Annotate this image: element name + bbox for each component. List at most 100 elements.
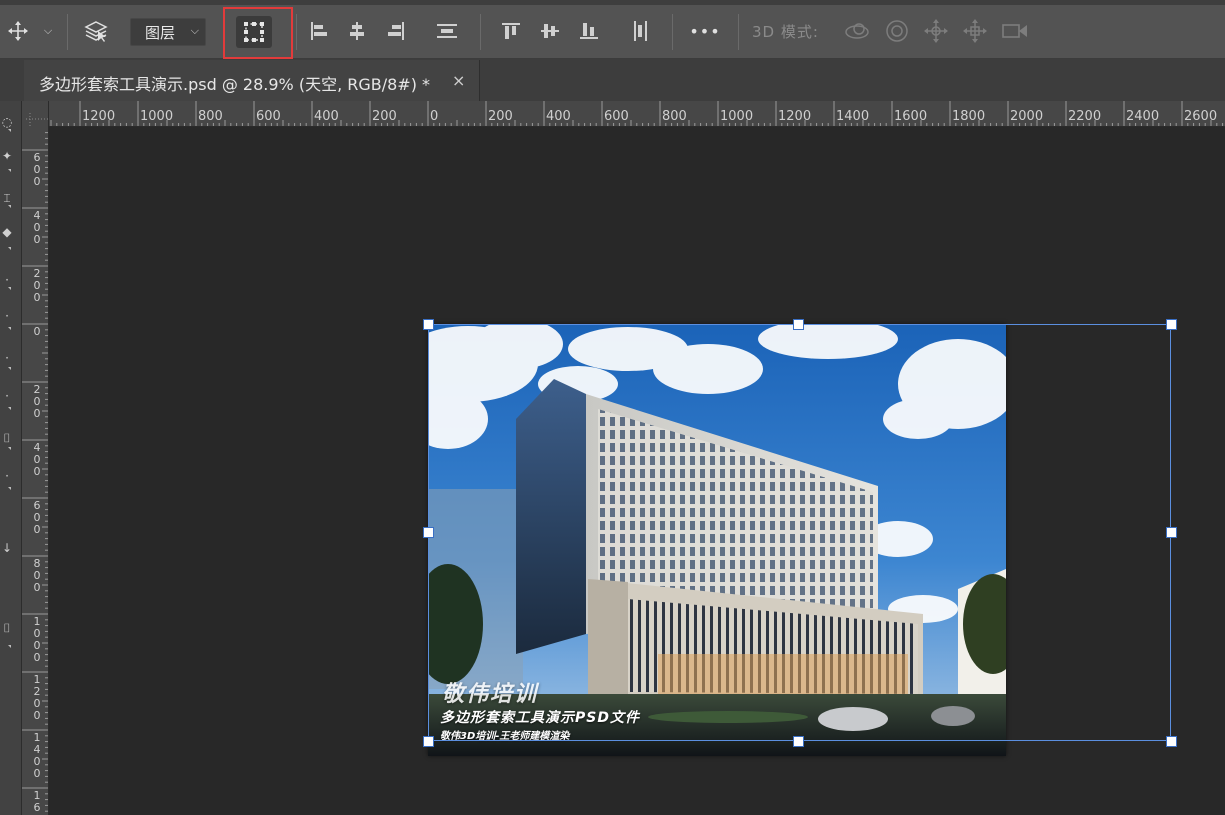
eraser-tool-icon[interactable]: ⌷ xyxy=(0,431,14,446)
ruler-label: 1800 xyxy=(952,109,986,124)
pen-tool-icon[interactable]: ↓ xyxy=(0,541,14,555)
more-options-button[interactable]: ••• xyxy=(689,14,720,48)
ruler-label: 1200 xyxy=(82,109,116,124)
separator xyxy=(738,14,739,50)
ruler-label: 1200 xyxy=(778,109,812,124)
align-horizontal-centers-icon[interactable] xyxy=(344,14,370,48)
roll-3d-icon[interactable] xyxy=(882,14,912,48)
ruler-label: 1600 xyxy=(894,109,928,124)
tool-group-triangle xyxy=(8,205,11,208)
auto-select-layers-icon[interactable] xyxy=(82,14,110,48)
ruler-label: 2400 xyxy=(1126,109,1160,124)
ruler-label: 600 xyxy=(33,151,41,188)
history-brush-tool-icon[interactable]: · xyxy=(0,389,14,403)
watermark-subtitle: 多边形套索工具演示PSD文件 xyxy=(440,710,640,726)
orbit-3d-icon[interactable] xyxy=(842,14,872,48)
slide-3d-icon[interactable] xyxy=(960,14,990,48)
align-right-edges-icon[interactable] xyxy=(383,14,409,48)
transform-handle-left[interactable] xyxy=(423,527,434,538)
close-icon[interactable]: × xyxy=(452,71,465,90)
separator xyxy=(296,14,297,50)
ruler-label: 400 xyxy=(546,109,571,124)
ruler-origin-corner[interactable] xyxy=(22,101,49,127)
transform-handle-bottom-left[interactable] xyxy=(423,736,434,747)
document-tab[interactable]: 多边形套索工具演示.psd @ 28.9% (天空, RGB/8#) * × xyxy=(24,60,480,101)
crop-tool-icon[interactable]: ⌶ xyxy=(0,191,14,206)
transform-controls-icon xyxy=(244,22,264,42)
tool-group-triangle xyxy=(8,129,11,132)
text-tool-icon[interactable]: ⌷ xyxy=(0,621,14,636)
tool-preset-chevron-icon[interactable]: ⌵ xyxy=(40,14,56,48)
lasso-tool-icon[interactable]: ◌ xyxy=(0,115,14,129)
ruler-label: 0 xyxy=(430,109,439,124)
auto-select-target-value: 图层 xyxy=(145,23,176,42)
separator xyxy=(67,14,68,50)
ruler-label: 200 xyxy=(33,267,41,304)
ruler-label: 1200 xyxy=(33,673,41,722)
ruler-label: 2600 xyxy=(1184,109,1218,124)
tool-group-triangle xyxy=(8,247,11,250)
ruler-label: 400 xyxy=(33,209,41,246)
distribute-horizontal-icon[interactable] xyxy=(628,14,654,48)
ruler-label: 200 xyxy=(488,109,513,124)
transform-handle-top-right[interactable] xyxy=(1166,319,1177,330)
document-image[interactable]: 敬伟培训 多边形套索工具演示PSD文件 敬伟3D培训-王老师建模渲染 xyxy=(428,324,1006,756)
tool-group-triangle xyxy=(8,367,11,370)
align-bottom-edges-icon[interactable] xyxy=(576,14,602,48)
watermark-title: 敬伟培训 xyxy=(442,682,539,707)
ruler-label: 200 xyxy=(33,383,41,420)
magic-wand-tool-icon[interactable]: ✦ xyxy=(0,149,14,163)
menu-strip xyxy=(0,0,1225,5)
tool-group-triangle xyxy=(8,407,11,410)
pan-3d-icon[interactable] xyxy=(921,14,951,48)
clone-stamp-tool-icon[interactable]: · xyxy=(0,351,14,365)
align-top-edges-icon[interactable] xyxy=(498,14,524,48)
tool-group-triangle xyxy=(8,287,11,290)
ruler-label: 2000 xyxy=(1010,109,1044,124)
transform-handle-bottom-right[interactable] xyxy=(1166,736,1177,747)
ruler-label: 800 xyxy=(33,557,41,594)
transform-handle-right[interactable] xyxy=(1166,527,1177,538)
tool-group-triangle xyxy=(8,327,11,330)
eyedropper-tool-icon[interactable]: ◆ xyxy=(0,225,14,239)
tool-group-triangle xyxy=(8,447,11,450)
tool-group-triangle xyxy=(8,645,11,648)
options-bar: ⌵ 图层 ⌵ ••• 3D 模式: xyxy=(0,0,1225,59)
ruler-label: 400 xyxy=(33,441,41,478)
horizontal-ruler[interactable]: 1200 1000 800 600 400 200 0 200 400 600 800 1000 120… xyxy=(22,101,1225,127)
ruler-label: 600 xyxy=(604,109,629,124)
healing-brush-tool-icon[interactable]: · xyxy=(0,273,14,287)
ruler-label: 800 xyxy=(198,109,223,124)
ruler-label: 1600 xyxy=(33,789,41,815)
brush-tool-icon[interactable]: · xyxy=(0,309,14,323)
transform-handle-top-left[interactable] xyxy=(423,319,434,330)
ruler-label: 1400 xyxy=(836,109,870,124)
move-cross-icon[interactable] xyxy=(4,14,32,48)
document-tab-bar: 多边形套索工具演示.psd @ 28.9% (天空, RGB/8#) * × xyxy=(0,59,1225,101)
ruler-label: 0 xyxy=(33,325,41,338)
ruler-label: 200 xyxy=(372,109,397,124)
ruler-label: 1000 xyxy=(720,109,754,124)
tools-panel: ◌ ✦ ⌶ ◆ · · · · ⌷ · ↓ ⌷ xyxy=(0,101,22,815)
tool-group-triangle xyxy=(8,169,11,172)
show-transform-controls-button[interactable] xyxy=(236,16,272,48)
ruler-label: 1000 xyxy=(140,109,174,124)
ruler-label: 600 xyxy=(256,109,281,124)
ruler-label: 1000 xyxy=(33,615,41,664)
ruler-label: 2200 xyxy=(1068,109,1102,124)
gradient-tool-icon[interactable]: · xyxy=(0,469,14,483)
document-tab-title: 多边形套索工具演示.psd @ 28.9% (天空, RGB/8#) * xyxy=(39,75,431,94)
ruler-label: 1400 xyxy=(33,731,41,780)
ruler-label: 800 xyxy=(662,109,687,124)
separator xyxy=(480,14,481,50)
align-vertical-centers-icon[interactable] xyxy=(537,14,563,48)
separator xyxy=(672,14,673,50)
transform-handle-top[interactable] xyxy=(793,319,804,330)
distribute-vertical-icon[interactable] xyxy=(433,14,461,48)
tool-group-triangle xyxy=(8,487,11,490)
align-left-edges-icon[interactable] xyxy=(306,14,332,48)
auto-select-target-dropdown[interactable]: 图层 ⌵ xyxy=(130,18,206,46)
transform-handle-bottom[interactable] xyxy=(793,736,804,747)
vertical-ruler[interactable]: 600 400 200 0 200 400 600 800 1000 1200 1400 1600 xyxy=(22,127,49,815)
scale-3d-video-icon[interactable] xyxy=(999,14,1031,48)
